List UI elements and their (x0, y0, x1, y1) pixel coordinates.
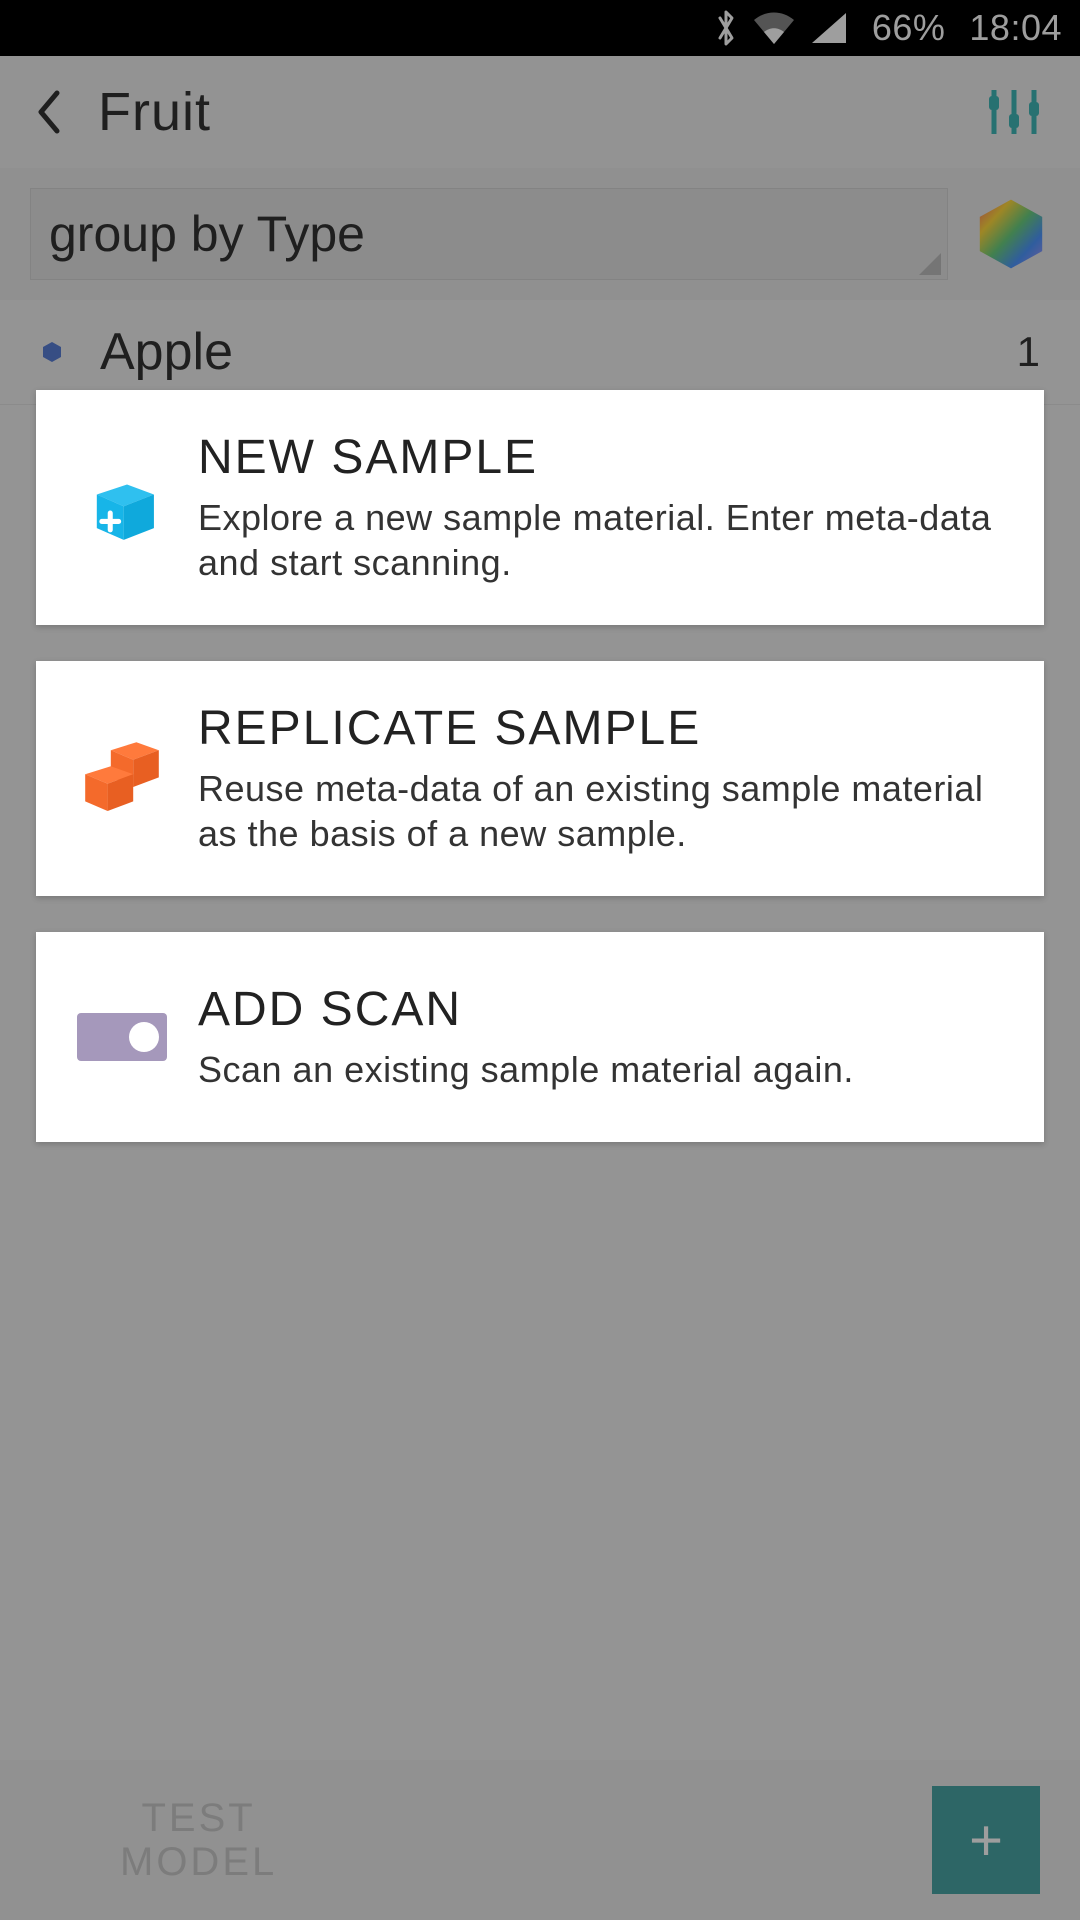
replicate-cubes-icon (70, 727, 174, 831)
option-new-sample[interactable]: NEW SAMPLE Explore a new sample material… (36, 390, 1044, 625)
option-desc: Reuse meta-data of an existing sample ma… (198, 766, 1012, 856)
option-title: NEW SAMPLE (198, 430, 1012, 485)
option-title: ADD SCAN (198, 982, 1012, 1037)
option-title: REPLICATE SAMPLE (198, 701, 1012, 756)
modal-option-list: NEW SAMPLE Explore a new sample material… (0, 390, 1080, 1142)
option-add-scan[interactable]: ADD SCAN Scan an existing sample materia… (36, 932, 1044, 1142)
add-scan-toggle-icon (70, 985, 174, 1089)
modal-overlay[interactable]: NEW SAMPLE Explore a new sample material… (0, 0, 1080, 1920)
option-desc: Explore a new sample material. Enter met… (198, 495, 1012, 585)
option-replicate-sample[interactable]: REPLICATE SAMPLE Reuse meta-data of an e… (36, 661, 1044, 896)
new-sample-cube-icon (70, 456, 174, 560)
option-desc: Scan an existing sample material again. (198, 1047, 1012, 1092)
